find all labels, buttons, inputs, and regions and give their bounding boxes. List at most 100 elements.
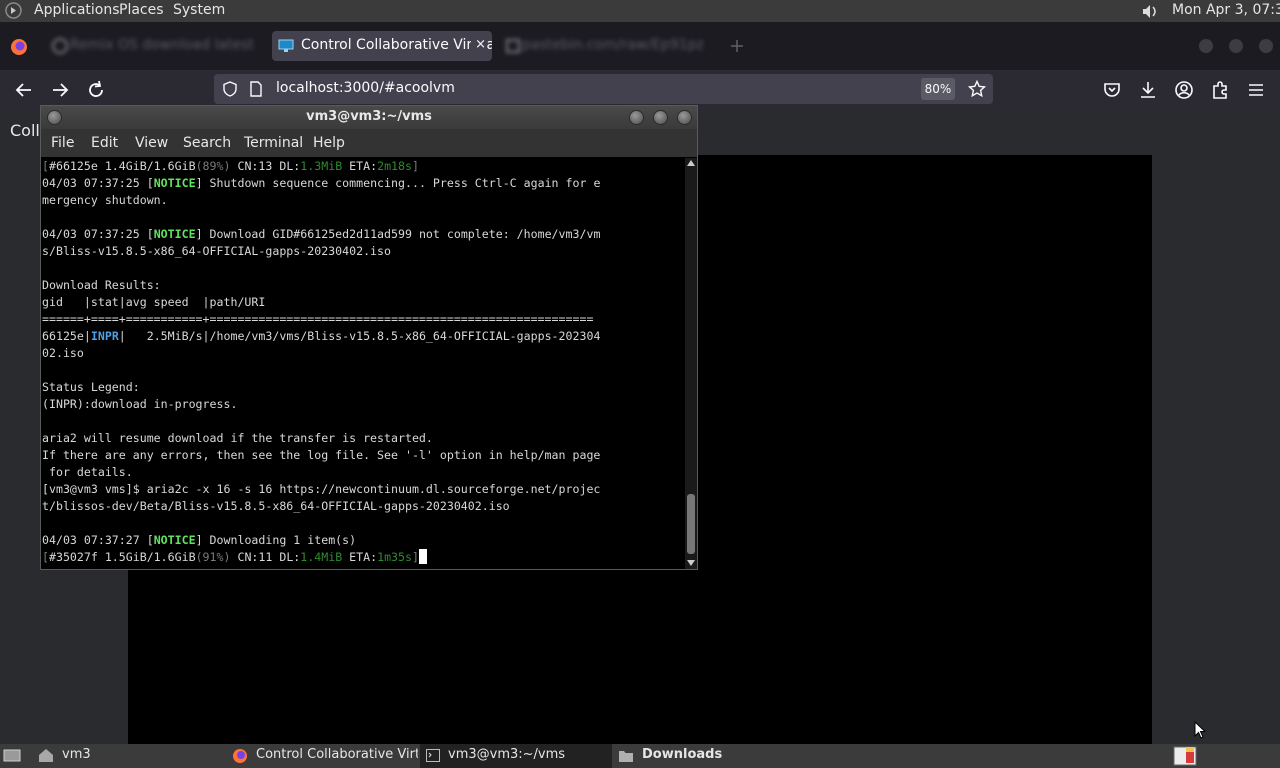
terminal-text: [ <box>42 159 49 173</box>
terminal-text: 04/03 07:37:27 [ <box>42 533 154 547</box>
scroll-down-icon[interactable] <box>687 559 695 567</box>
top-panel: Applications Places System Mon Apr 3, 07… <box>0 0 1280 22</box>
terminal-text: 2m18s <box>377 159 412 173</box>
zoom-level[interactable]: 80% <box>921 78 955 100</box>
terminal-title: vm3@vm3:~/vms <box>306 109 432 124</box>
forward-icon[interactable] <box>48 78 72 102</box>
window-menu-icon[interactable] <box>47 110 62 125</box>
bookmark-star-icon[interactable] <box>968 80 986 98</box>
terminal-line: mergency shutdown. <box>42 192 684 209</box>
terminal-line: 04/03 07:37:27 [NOTICE] Downloading 1 it… <box>42 532 684 549</box>
terminal-scrollbar[interactable] <box>685 158 697 569</box>
pocket-icon[interactable] <box>1100 78 1124 102</box>
menu-terminal[interactable]: Terminal <box>244 135 303 151</box>
menu-search[interactable]: Search <box>183 135 231 151</box>
terminal-line: aria2 will resume download if the transf… <box>42 430 684 447</box>
task-vm3[interactable]: vm3 <box>36 744 226 768</box>
terminal-text: mergency shutdown. <box>42 193 168 207</box>
terminal-line: for details. <box>42 464 684 481</box>
clock[interactable]: Mon Apr 3, 07:37 <box>1172 2 1280 18</box>
terminal-line: [vm3@vm3 vms]$ aria2c -x 16 -s 16 https:… <box>42 481 684 498</box>
page-icon[interactable] <box>249 81 263 97</box>
task-firefox[interactable]: Control Collaborative Virt... <box>228 744 418 768</box>
terminal-text: ETA: <box>342 550 378 564</box>
download-icon[interactable] <box>1136 78 1160 102</box>
pastebin-icon <box>506 39 520 53</box>
task-label: Control Collaborative Virt... <box>256 747 418 762</box>
terminal-line: s/Bliss-v15.8.5-x86_64-OFFICIAL-gapps-20… <box>42 243 684 260</box>
browser-nav-bar: localhost:3000/#acoolvm 80% <box>0 70 1280 110</box>
applications-menu[interactable]: Applications <box>34 2 120 18</box>
extensions-icon[interactable] <box>1208 78 1232 102</box>
url-bar[interactable]: localhost:3000/#acoolvm 80% <box>214 74 993 104</box>
speaker-icon[interactable] <box>1140 3 1160 20</box>
terminal-line: [#66125e 1.4GiB/1.6GiB(89%) CN:13 DL:1.3… <box>42 158 684 175</box>
terminal-text: 04/03 07:37:25 [ <box>42 227 154 241</box>
terminal-text: ] <box>412 159 419 173</box>
menu-view[interactable]: View <box>135 135 168 151</box>
terminal-menu-bar: File Edit View Search Terminal Help <box>41 129 697 157</box>
menu-edit[interactable]: Edit <box>91 135 118 151</box>
scrollbar-thumb[interactable] <box>687 494 695 554</box>
mouse-pointer-icon <box>1194 721 1206 739</box>
places-menu[interactable]: Places <box>119 2 164 18</box>
home-folder-icon <box>39 749 53 762</box>
terminal-line: 04/03 07:37:25 [NOTICE] Shutdown sequenc… <box>42 175 684 192</box>
terminal-line: ======+====+===========+================… <box>42 311 684 328</box>
shield-icon[interactable] <box>222 81 238 97</box>
new-tab-icon[interactable] <box>730 39 744 53</box>
terminal-text: (89%) <box>195 159 231 173</box>
task-label: vm3 <box>62 747 91 762</box>
window-controls-icon[interactable] <box>1198 38 1274 54</box>
menu-file[interactable]: File <box>51 135 74 151</box>
account-icon[interactable] <box>1172 78 1196 102</box>
terminal-output[interactable]: [#66125e 1.4GiB/1.6GiB(89%) CN:13 DL:1.3… <box>42 158 684 568</box>
terminal-line: Download Results: <box>42 277 684 294</box>
minimize-icon[interactable] <box>629 110 644 125</box>
bottom-panel: vm3 Control Collaborative Virt... vm3@vm… <box>0 744 1280 768</box>
terminal-line: If there are any errors, then see the lo… <box>42 447 684 464</box>
terminal-text: s/Bliss-v15.8.5-x86_64-OFFICIAL-gapps-20… <box>42 244 392 258</box>
url-text[interactable]: localhost:3000/#acoolvm <box>276 80 455 96</box>
terminal-text: ] Download GID#66125ed2d11ad599 not comp… <box>195 227 601 241</box>
show-desktop-icon[interactable] <box>3 747 21 764</box>
terminal-window[interactable]: vm3@vm3:~/vms File Edit View Search Term… <box>40 105 698 570</box>
reload-icon[interactable] <box>84 78 108 102</box>
scroll-up-icon[interactable] <box>687 159 695 167</box>
terminal-text: | 2.5MiB/s|/home/vm3/vms/Bliss-v15.8.5-x… <box>118 329 601 343</box>
terminal-text: [ <box>42 550 49 564</box>
tab-remix-os[interactable]: Remix OS download latest <box>48 31 266 61</box>
task-label: vm3@vm3:~/vms <box>448 747 566 762</box>
task-downloads[interactable]: Downloads <box>612 744 762 768</box>
terminal-text: 1.3MiB <box>300 159 343 173</box>
monitor-icon <box>278 39 294 52</box>
terminal-title-bar[interactable]: vm3@vm3:~/vms <box>41 106 697 129</box>
tab-label: pastebin.com/raw/Ep91pz <box>522 37 704 53</box>
gnome-foot-icon[interactable] <box>5 2 22 19</box>
task-terminal[interactable]: vm3@vm3:~/vms <box>420 744 612 768</box>
menu-icon[interactable] <box>1244 78 1268 102</box>
terminal-text: for details. <box>42 465 133 479</box>
back-icon[interactable] <box>12 78 36 102</box>
terminal-text: If there are any errors, then see the lo… <box>42 448 601 462</box>
tab-label: Control Collaborative Virtual <box>301 37 492 53</box>
close-window-icon[interactable] <box>677 110 692 125</box>
maximize-icon[interactable] <box>653 110 668 125</box>
terminal-line: (INPR):download in-progress. <box>42 396 684 413</box>
terminal-line: 04/03 07:37:25 [NOTICE] Download GID#661… <box>42 226 684 243</box>
close-icon[interactable]: × <box>471 37 486 52</box>
firefox-icon[interactable] <box>10 38 28 56</box>
tab-pastebin[interactable]: pastebin.com/raw/Ep91pz <box>500 31 710 61</box>
tab-control-collaborative[interactable]: Control Collaborative Virtual × <box>272 31 492 61</box>
terminal-text: CN:13 DL: <box>230 159 301 173</box>
system-menu[interactable]: System <box>173 2 225 18</box>
terminal-text: 66125e| <box>42 329 91 343</box>
task-label: Downloads <box>642 747 723 762</box>
tray-applet-icon[interactable] <box>1172 745 1198 767</box>
github-icon <box>52 38 68 54</box>
menu-help[interactable]: Help <box>313 135 345 151</box>
